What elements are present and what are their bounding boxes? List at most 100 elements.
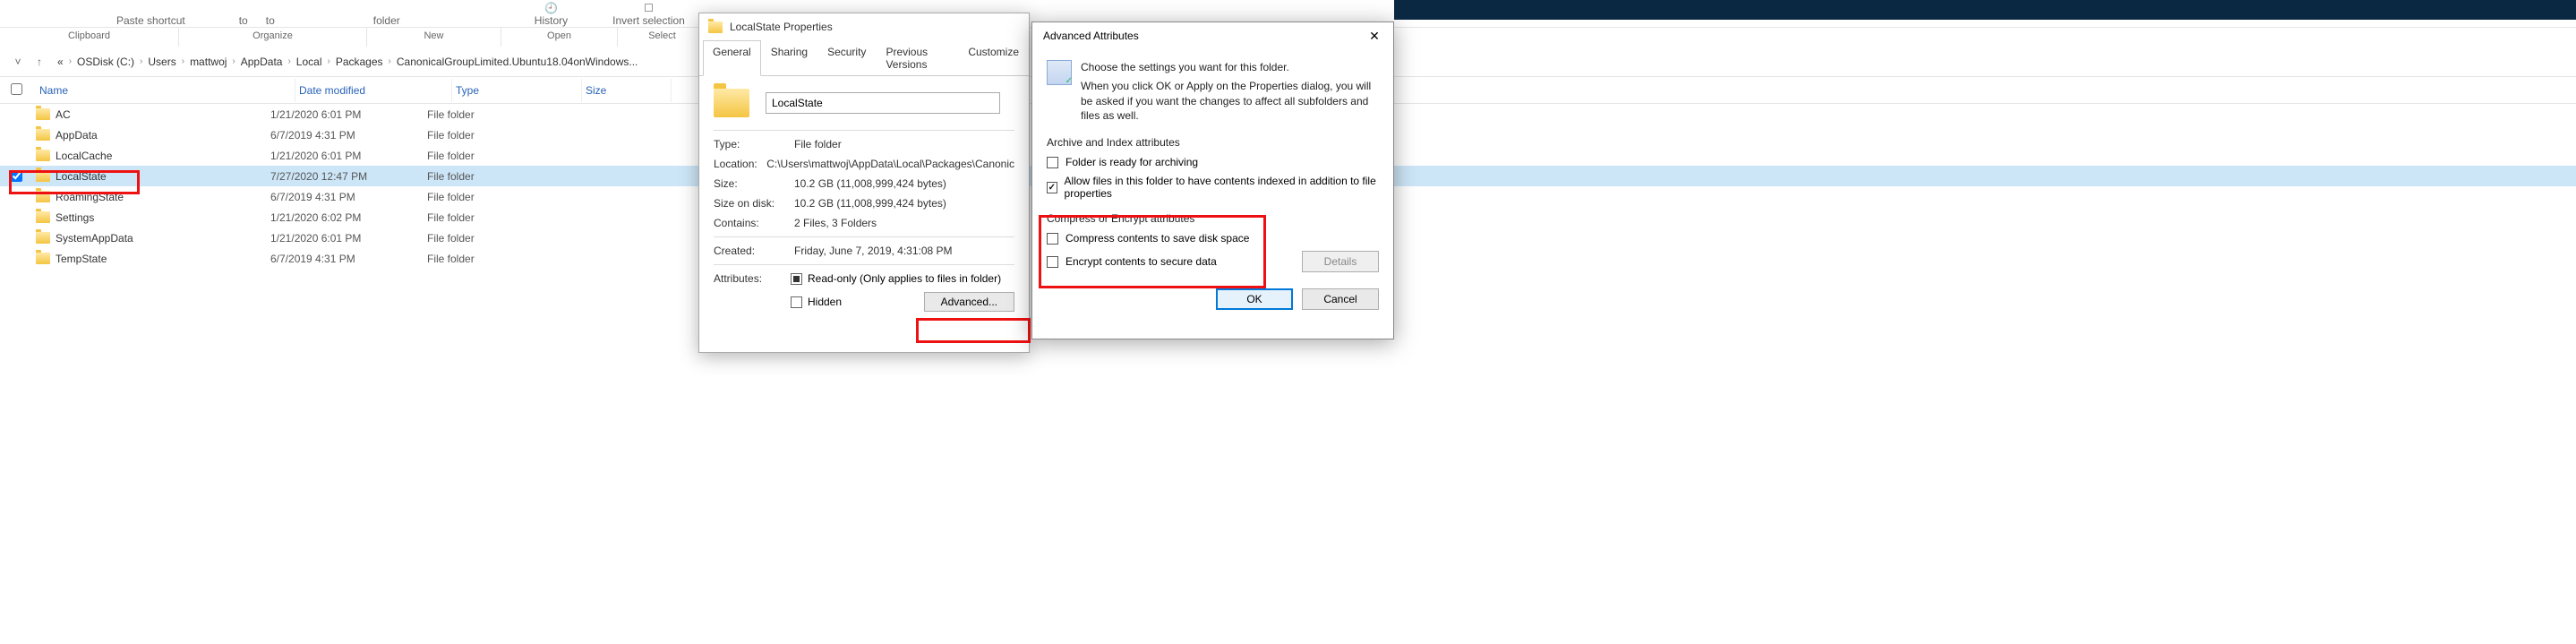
background-panel [1394,0,2576,20]
breadcrumb-item[interactable]: Local [296,56,322,68]
row-checkbox[interactable] [11,170,22,182]
label-size-on-disk: Size on disk: [714,197,794,210]
close-icon[interactable]: ✕ [1361,26,1388,46]
file-name: Settings [56,211,94,224]
column-header-type[interactable]: Type [452,79,582,102]
column-header-size[interactable]: Size [582,79,672,102]
encrypt-checkbox[interactable] [1047,256,1058,268]
label-type: Type: [714,138,794,150]
folder-icon [36,129,50,141]
history-button[interactable]: 🕘 History [535,2,568,27]
value-size-on-disk: 10.2 GB (11,008,999,424 bytes) [794,197,946,210]
file-name: AppData [56,129,98,142]
details-button[interactable]: Details [1302,251,1379,272]
file-date: 1/21/2020 6:01 PM [270,108,427,121]
file-type: File folder [427,108,557,121]
hidden-checkbox[interactable] [791,296,802,308]
column-header-name[interactable]: Name [36,79,295,102]
file-type: File folder [427,232,557,245]
advanced-button[interactable]: Advanced... [924,292,1014,312]
tab-general[interactable]: General [703,40,761,76]
tab-sharing[interactable]: Sharing [761,40,817,75]
file-date: 6/7/2019 4:31 PM [270,129,427,142]
file-type: File folder [427,170,557,183]
folder-icon [708,21,723,33]
allow-index-label: Allow files in this folder to have conte… [1065,175,1379,200]
nav-up-button[interactable]: ↑ [29,51,50,73]
file-name: AC [56,108,71,121]
folder-icon [714,89,749,117]
breadcrumb-item[interactable]: AppData [241,56,283,68]
settings-sheet-icon [1047,60,1072,85]
dialog-title: LocalState Properties [730,21,833,33]
value-location: C:\Users\mattwoj\AppData\Local\Packages\… [766,158,1014,170]
label-size: Size: [714,177,794,190]
advanced-desc-2: When you click OK or Apply on the Proper… [1081,79,1379,124]
breadcrumb[interactable]: «› OSDisk (C:)› Users› mattwoj› AppData›… [57,56,638,68]
file-date: 1/21/2020 6:02 PM [270,211,427,224]
compress-label: Compress contents to save disk space [1065,232,1249,245]
properties-dialog: LocalState Properties General Sharing Se… [698,13,1030,353]
ok-button[interactable]: OK [1216,288,1293,310]
file-name: TempState [56,253,107,265]
new-folder[interactable]: folder [373,14,400,27]
compress-section-title: Compress or Encrypt attributes [1047,212,1379,225]
folder-name-input[interactable] [766,92,1000,114]
file-type: File folder [427,150,557,162]
move-to[interactable]: to [239,14,248,27]
ribbon-group-new: New [367,28,501,47]
column-header-date[interactable]: Date modified [295,79,452,102]
allow-index-checkbox[interactable] [1047,182,1057,193]
advanced-desc-1: Choose the settings you want for this fo… [1081,60,1379,75]
ribbon-group-clipboard: Clipboard [0,28,179,47]
value-created: Friday, June 7, 2019, 4:31:08 PM [794,245,953,257]
file-type: File folder [427,191,557,203]
file-date: 6/7/2019 4:31 PM [270,253,427,265]
folder-icon [36,211,50,223]
cancel-button[interactable]: Cancel [1302,288,1379,310]
nav-up-icon[interactable]: ˅ [7,51,29,73]
compress-checkbox[interactable] [1047,233,1058,245]
breadcrumb-item[interactable]: CanonicalGroupLimited.Ubuntu18.04onWindo… [397,56,638,68]
label-location: Location: [714,158,766,170]
file-type: File folder [427,129,557,142]
file-name: RoamingState [56,191,124,203]
advanced-dialog-title: Advanced Attributes [1043,30,1139,42]
folder-icon [36,253,50,264]
file-type: File folder [427,253,557,265]
select-all-checkbox[interactable] [11,83,22,95]
folder-icon [36,108,50,120]
file-date: 6/7/2019 4:31 PM [270,191,427,203]
breadcrumb-item[interactable]: Users [148,56,175,68]
readonly-label: Read-only (Only applies to files in fold… [808,272,1001,285]
folder-icon [36,170,50,182]
folder-icon [36,150,50,161]
file-name: SystemAppData [56,232,133,245]
hidden-label: Hidden [808,296,842,308]
advanced-attributes-dialog: Advanced Attributes ✕ Choose the setting… [1031,21,1394,339]
invert-selection[interactable]: ☐ Invert selection [612,2,685,27]
tab-previous-versions[interactable]: Previous Versions [876,40,958,75]
file-date: 1/21/2020 6:01 PM [270,150,427,162]
breadcrumb-item[interactable]: OSDisk (C:) [77,56,134,68]
paste-shortcut[interactable]: Paste shortcut [116,14,185,27]
breadcrumb-item[interactable]: « [57,56,64,68]
breadcrumb-item[interactable]: Packages [336,56,383,68]
file-date: 7/27/2020 12:47 PM [270,170,427,183]
copy-to[interactable]: to [266,14,275,27]
encrypt-label: Encrypt contents to secure data [1065,255,1217,268]
tab-customize[interactable]: Customize [958,40,1029,75]
breadcrumb-item[interactable]: mattwoj [190,56,227,68]
ribbon-group-organize: Organize [179,28,367,47]
archive-ready-checkbox[interactable] [1047,157,1058,168]
value-size: 10.2 GB (11,008,999,424 bytes) [794,177,946,190]
file-name: LocalState [56,170,107,183]
label-created: Created: [714,245,794,257]
label-attributes: Attributes: [714,272,791,312]
tab-security[interactable]: Security [817,40,876,75]
readonly-checkbox[interactable] [791,273,802,285]
folder-icon [36,191,50,202]
value-type: File folder [794,138,842,150]
folder-icon [36,232,50,244]
ribbon-group-select: Select [618,28,707,47]
